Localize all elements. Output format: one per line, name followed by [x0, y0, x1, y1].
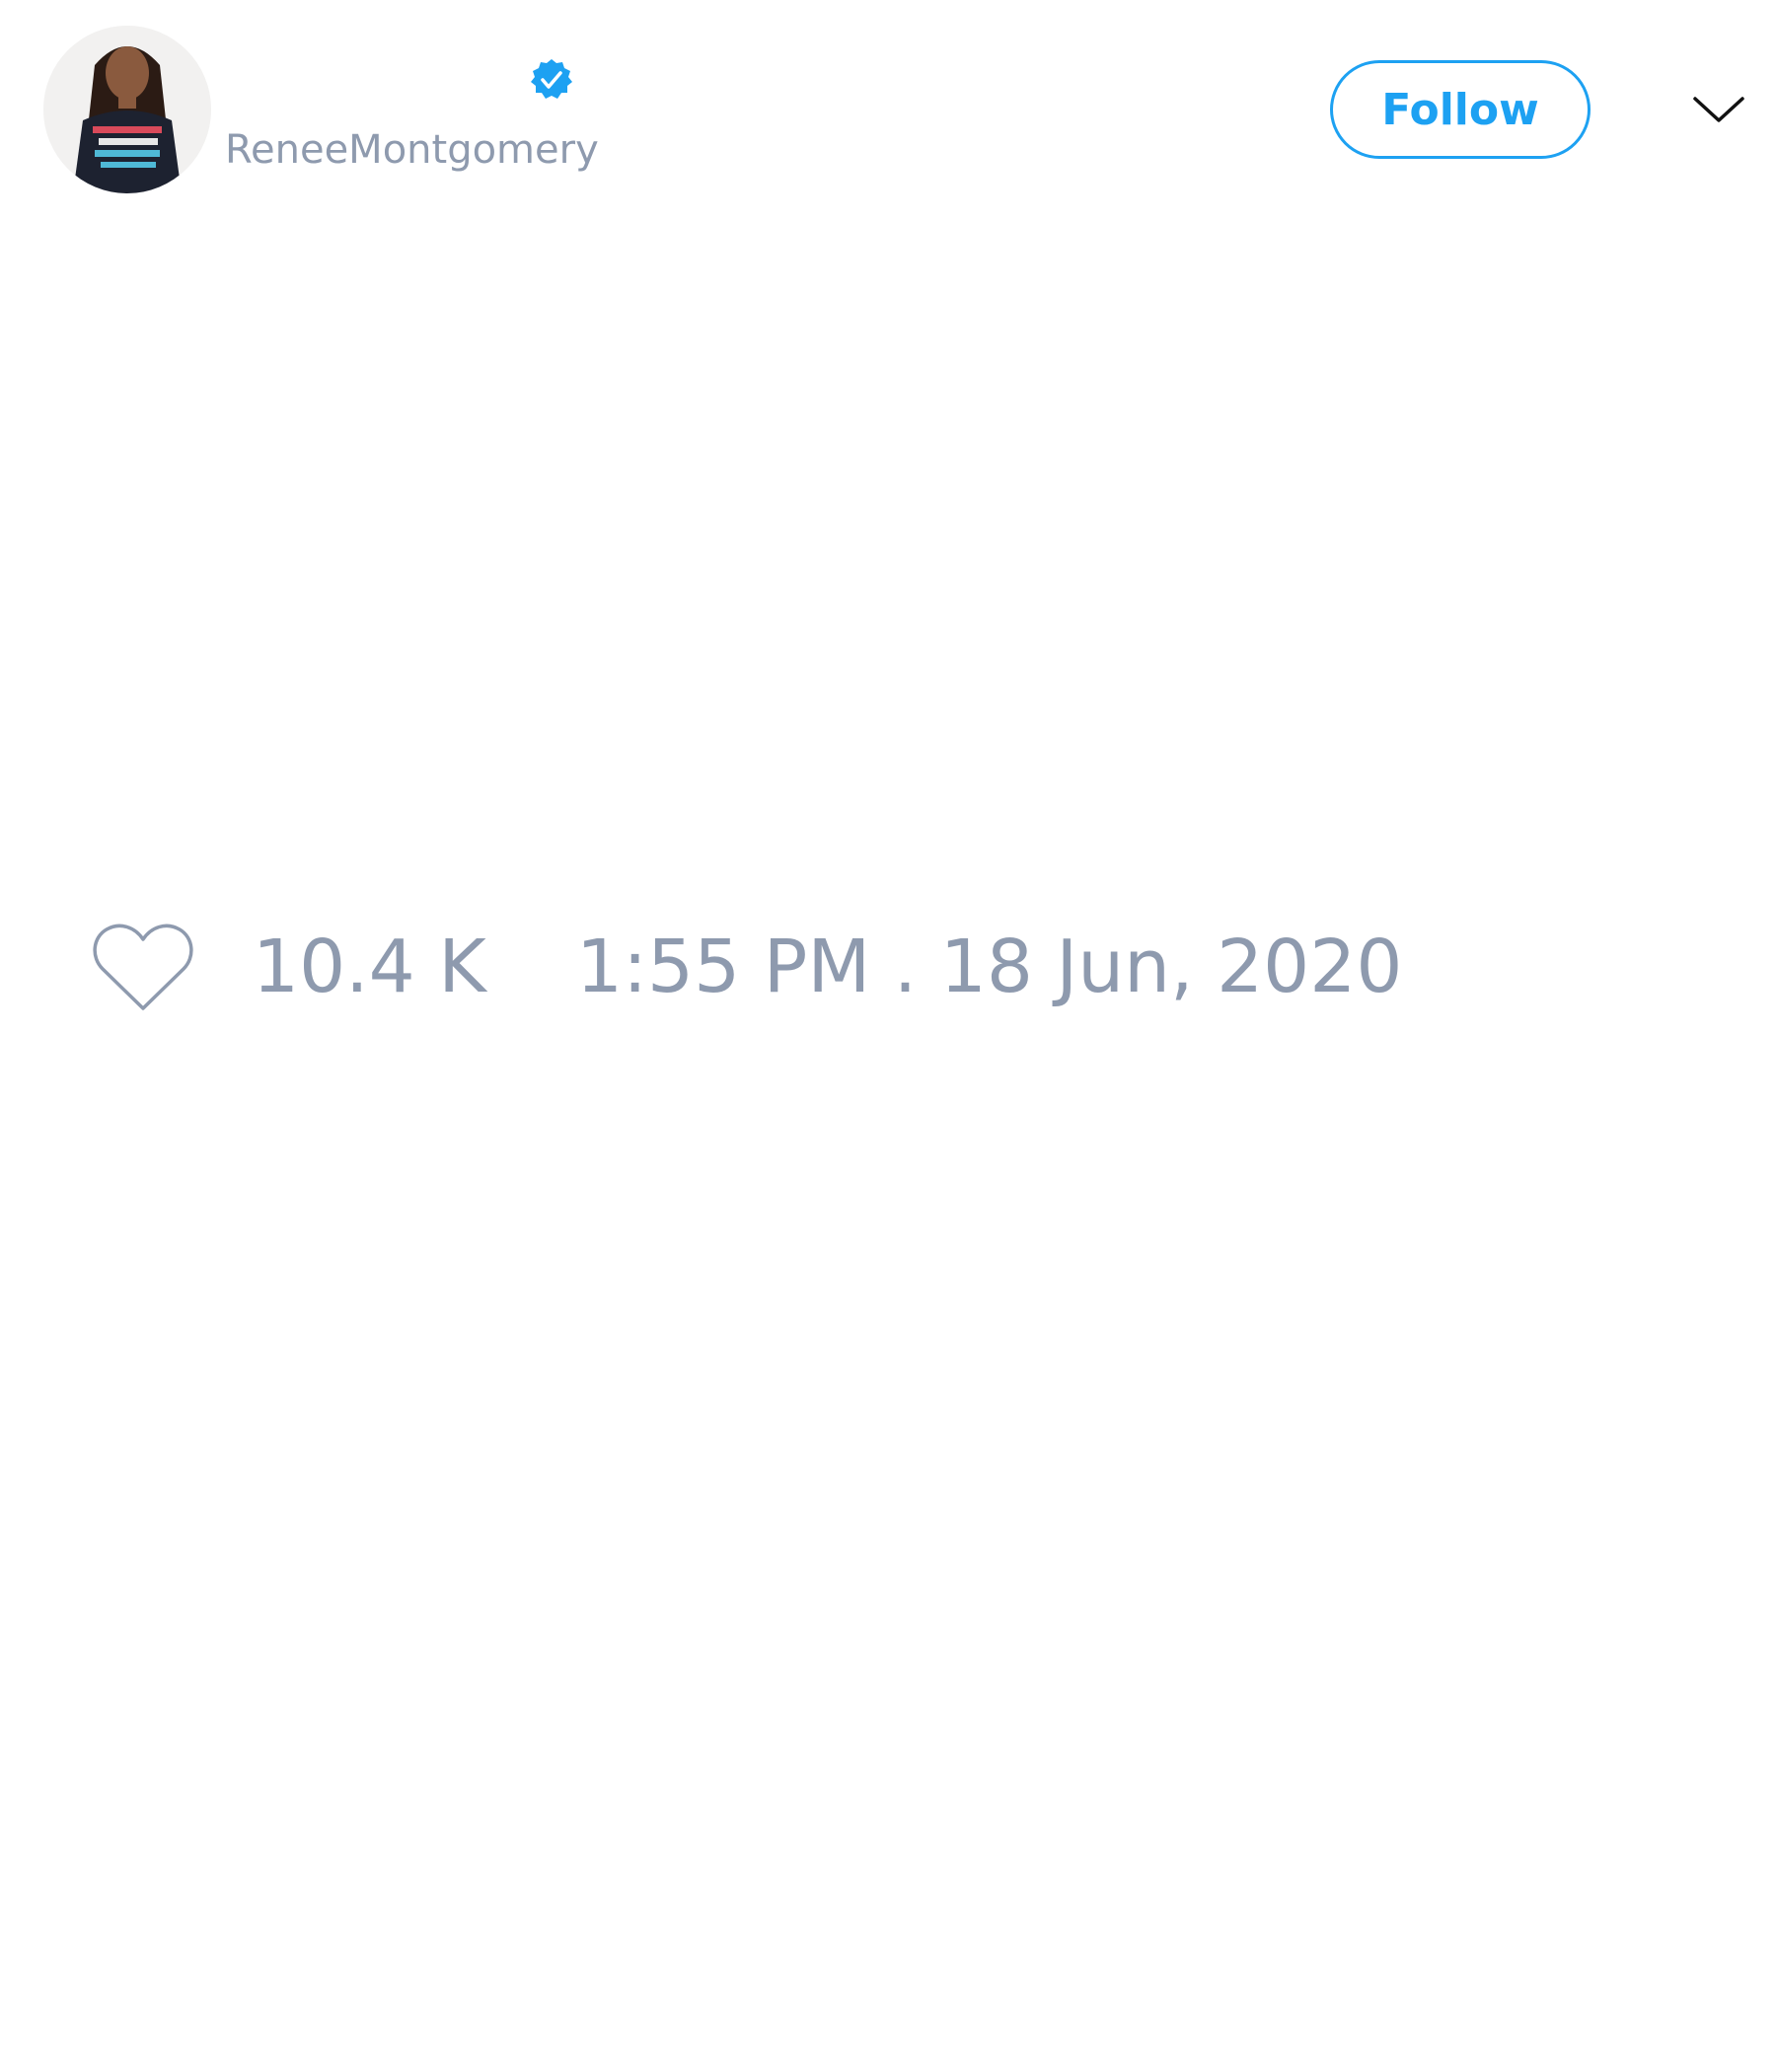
follow-button[interactable]: Follow: [1330, 60, 1591, 159]
verified-badge-icon: [529, 57, 574, 103]
avatar-image: [43, 26, 211, 193]
heart-icon[interactable]: [89, 918, 197, 1016]
author-handle[interactable]: ReneeMontgomery: [225, 126, 599, 174]
tweet-timestamp[interactable]: 1:55 PM . 18 Jun, 2020: [576, 924, 1402, 1010]
like-count: 10.4 K: [253, 925, 486, 1009]
tweet-card: ReneeMontgomery Follow 10.4 K 1:55 PM . …: [0, 0, 1776, 2072]
chevron-down-icon[interactable]: [1689, 87, 1748, 130]
avatar[interactable]: [43, 26, 211, 193]
